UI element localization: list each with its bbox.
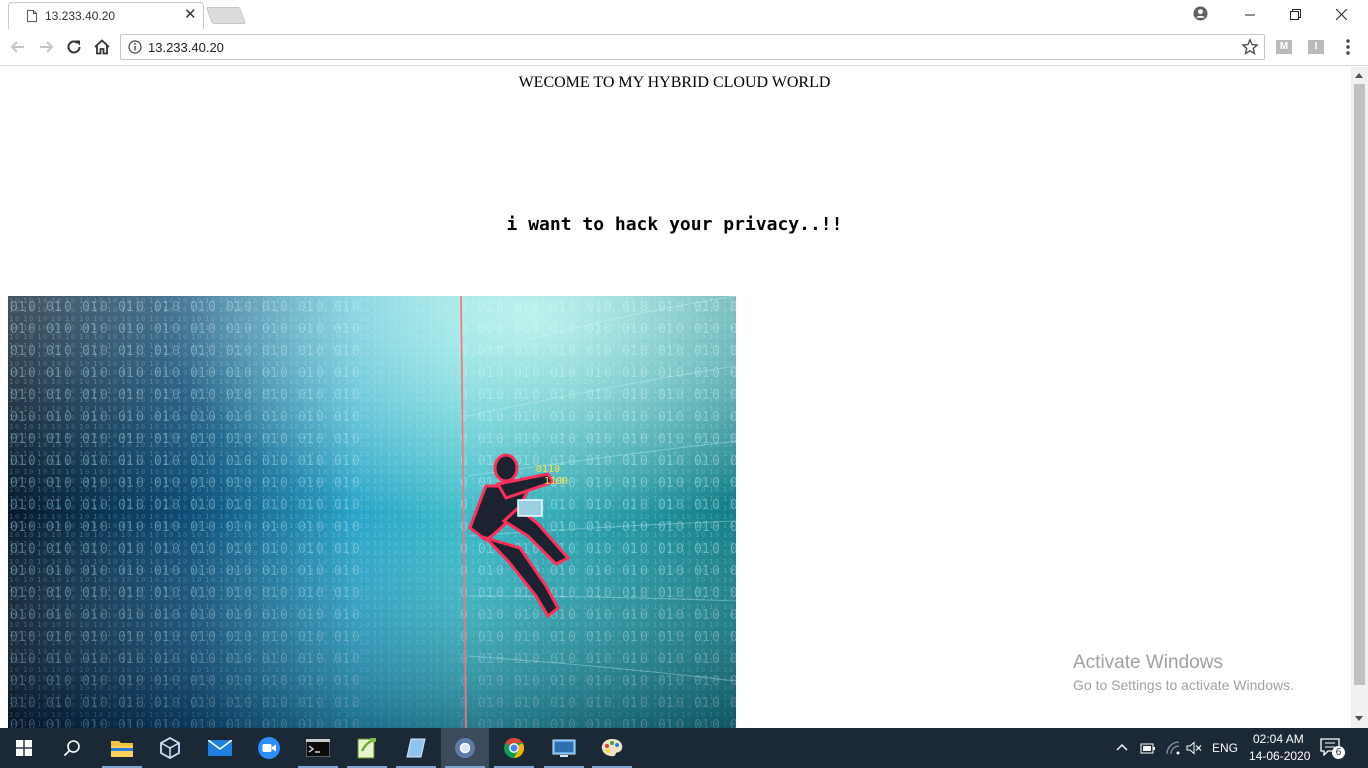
search-button[interactable] <box>48 728 96 768</box>
back-arrow-icon[interactable] <box>8 37 28 57</box>
wifi-icon[interactable] <box>1165 740 1181 756</box>
minimize-icon <box>1245 14 1255 15</box>
mail-icon <box>208 740 232 756</box>
volume-muted-icon[interactable] <box>1186 741 1202 755</box>
chrome-button[interactable] <box>490 728 538 768</box>
paint-button[interactable] <box>588 728 636 768</box>
browser-toolbar: 13.233.40.20 M I <box>0 29 1368 66</box>
close-window-button[interactable] <box>1318 0 1364 29</box>
paint-palette-icon <box>601 739 623 757</box>
close-icon <box>1335 9 1347 20</box>
extension-i-icon[interactable]: I <box>1308 40 1324 54</box>
windows-logo-icon <box>16 740 32 756</box>
minimize-button[interactable] <box>1227 0 1273 29</box>
clock-date[interactable]: 14-06-2020 <box>1249 749 1310 763</box>
terminal-button[interactable] <box>294 728 342 768</box>
terminal-icon <box>306 739 330 757</box>
chrome-icon <box>455 738 475 758</box>
zoom-button[interactable] <box>245 728 293 768</box>
action-center-button[interactable]: 6 <box>1320 738 1346 760</box>
hack-tagline: i want to hack your privacy..!! <box>506 214 843 235</box>
notification-count-badge: 6 <box>1332 746 1345 759</box>
notepad-plus-icon <box>357 738 376 759</box>
svg-text:1100: 1100 <box>544 476 568 487</box>
watermark-title: Activate Windows <box>1073 652 1223 673</box>
reload-icon[interactable] <box>64 37 84 57</box>
extension-m-icon[interactable]: M <box>1276 40 1292 54</box>
remote-desktop-button[interactable] <box>540 728 588 768</box>
file-explorer-button[interactable] <box>98 728 146 768</box>
hacker-image: 01 0 1 0 <box>8 296 736 728</box>
chrome-menu-icon[interactable] <box>1340 38 1356 56</box>
start-button[interactable] <box>0 728 48 768</box>
editor-icon <box>406 738 426 758</box>
language-indicator[interactable]: ENG <box>1212 741 1238 755</box>
new-tab-button[interactable] <box>205 7 247 24</box>
mail-button[interactable] <box>196 728 244 768</box>
vertical-scrollbar[interactable] <box>1351 67 1368 728</box>
bookmark-star-icon[interactable] <box>1241 38 1259 56</box>
tab-close-icon[interactable]: ✕ <box>184 7 197 23</box>
page-icon <box>27 10 37 22</box>
home-icon[interactable] <box>92 37 112 57</box>
hacker-climbing-binary-wall-image: 01 0 1 0 <box>8 296 736 728</box>
page-viewport: WECOME TO MY HYBRID CLOUD WORLD i want t… <box>0 67 1351 728</box>
search-icon <box>63 740 80 757</box>
windows-activation-watermark: Activate Windows Go to Settings to activ… <box>1073 652 1294 693</box>
scroll-down-arrow-icon[interactable] <box>1355 716 1363 721</box>
scrollbar-thumb[interactable] <box>1354 84 1365 685</box>
remote-desktop-icon <box>552 739 576 757</box>
address-bar[interactable]: 13.233.40.20 <box>120 34 1265 60</box>
restore-icon <box>1289 9 1301 20</box>
browser-tab-strip: 13.233.40.20 ✕ <box>0 0 1368 29</box>
tab-title: 13.233.40.20 <box>45 9 116 23</box>
welcome-heading: WECOME TO MY HYBRID CLOUD WORLD <box>518 74 831 91</box>
folder-icon <box>111 741 133 757</box>
clock-time[interactable]: 02:04 AM <box>1253 732 1304 746</box>
windows-taskbar: ENG 02:04 AM 14-06-2020 6 <box>0 728 1368 768</box>
url-text[interactable]: 13.233.40.20 <box>148 40 224 55</box>
info-icon[interactable] <box>128 40 142 54</box>
chrome-window-button[interactable] <box>441 728 489 768</box>
editor-button[interactable] <box>392 728 440 768</box>
account-icon[interactable] <box>1193 6 1208 21</box>
browser-tab[interactable]: 13.233.40.20 ✕ <box>8 2 204 29</box>
forward-arrow-icon[interactable] <box>36 37 56 57</box>
virtualbox-button[interactable] <box>146 728 194 768</box>
zoom-icon <box>258 737 280 759</box>
restore-button[interactable] <box>1272 0 1318 29</box>
show-hidden-icons-chevron-icon[interactable] <box>1116 742 1128 752</box>
virtualbox-icon <box>160 737 180 759</box>
google-chrome-icon <box>504 737 524 758</box>
battery-icon[interactable] <box>1140 741 1156 755</box>
notepad-plus-button[interactable] <box>343 728 391 768</box>
watermark-subtitle: Go to Settings to activate Windows. <box>1073 677 1294 693</box>
svg-text:0110: 0110 <box>536 464 560 475</box>
scroll-up-arrow-icon[interactable] <box>1355 73 1363 78</box>
